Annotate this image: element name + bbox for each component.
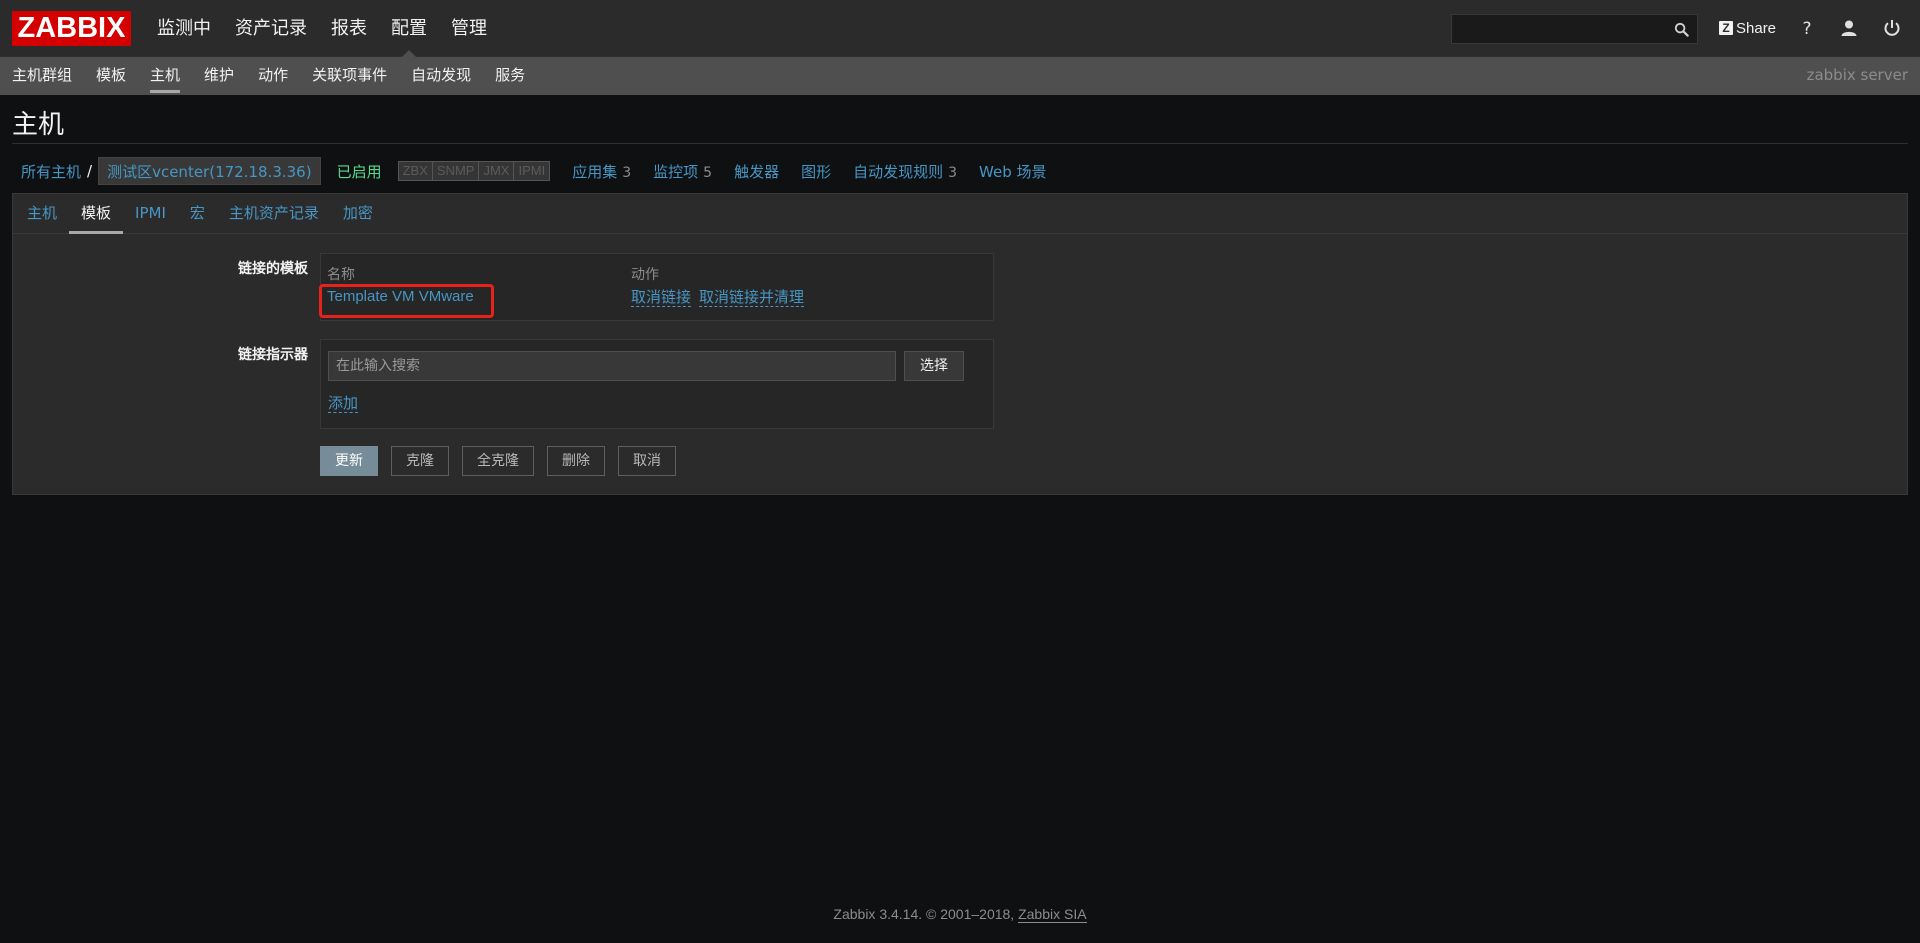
- share-label: Share: [1736, 19, 1777, 37]
- availability-jmx: JMX: [479, 162, 515, 180]
- main-menu: 监测中 资产记录 报表 配置 管理: [145, 0, 499, 57]
- host-nav-discovery-rules: 自动发现规则 3: [853, 161, 957, 182]
- svg-text:?: ?: [1802, 19, 1811, 39]
- main-menu-monitoring[interactable]: 监测中: [145, 0, 223, 57]
- footer-zabbix-sia-link[interactable]: Zabbix SIA: [1018, 906, 1087, 923]
- update-button[interactable]: 更新: [320, 446, 378, 476]
- annotation-highlight-box: [319, 284, 494, 318]
- page-title: 主机: [12, 110, 65, 140]
- tab-host[interactable]: 主机: [15, 194, 69, 233]
- sub-menu-hosts[interactable]: 主机: [138, 57, 192, 95]
- availability-indicators: ZBX SNMP JMX IPMI: [397, 161, 551, 181]
- host-nav-items-link[interactable]: 监控项: [653, 163, 698, 181]
- host-status-enabled[interactable]: 已启用: [337, 161, 382, 182]
- breadcrumb-all-hosts[interactable]: 所有主机: [21, 161, 81, 182]
- cancel-button[interactable]: 取消: [618, 446, 676, 476]
- host-nav-web-scenarios: Web 场景: [979, 161, 1046, 182]
- footer-copyright: Zabbix 3.4.14. © 2001–2018,: [833, 906, 1015, 922]
- host-form-panel: 主机 模板 IPMI 宏 主机资产记录 加密 链接的模板 名称 动作 Templ…: [12, 193, 1908, 495]
- column-header-action: 动作: [631, 267, 659, 283]
- delete-button[interactable]: 删除: [547, 446, 605, 476]
- host-nav-web-scenarios-link[interactable]: Web 场景: [979, 163, 1046, 181]
- linked-templates-label: 链接的模板: [238, 261, 308, 277]
- zabbix-logo[interactable]: ZABBIX: [12, 11, 131, 46]
- host-nav-applications: 应用集 3: [572, 161, 631, 182]
- link-indicator-label: 链接指示器: [238, 347, 308, 363]
- form-buttons: 更新 克隆 全克隆 删除 取消: [320, 446, 689, 476]
- host-navigation: 所有主机 / 测试区vcenter(172.18.3.36) 已启用 ZBX S…: [12, 157, 1047, 185]
- help-icon[interactable]: ?: [1796, 17, 1818, 39]
- select-button[interactable]: 选择: [904, 351, 964, 381]
- sub-menu-maintenance[interactable]: 维护: [192, 57, 246, 95]
- logout-icon[interactable]: [1881, 17, 1903, 39]
- host-nav-discovery-rules-count: 3: [948, 164, 958, 181]
- search-icon[interactable]: [1674, 22, 1689, 37]
- full-clone-button[interactable]: 全克隆: [462, 446, 534, 476]
- tab-host-inventory[interactable]: 主机资产记录: [217, 194, 331, 233]
- unlink-button[interactable]: 取消链接: [631, 288, 692, 307]
- breadcrumb-current-host[interactable]: 测试区vcenter(172.18.3.36): [98, 157, 321, 185]
- template-search-input[interactable]: [328, 351, 896, 381]
- host-nav-items: 监控项 5: [653, 161, 712, 182]
- share-button[interactable]: Z Share: [1719, 18, 1776, 38]
- share-icon: Z: [1719, 21, 1733, 35]
- host-nav-items-count: 5: [703, 164, 713, 181]
- sub-menu-event-correlation[interactable]: 关联项事件: [300, 57, 399, 95]
- sub-navigation: 主机群组 模板 主机 维护 动作 关联项事件 自动发现 服务 zabbix se…: [0, 57, 1920, 95]
- main-menu-reports[interactable]: 报表: [319, 0, 379, 57]
- sub-menu-actions[interactable]: 动作: [246, 57, 300, 95]
- availability-ipmi: IPMI: [518, 163, 546, 178]
- form-tabs: 主机 模板 IPMI 宏 主机资产记录 加密: [13, 194, 1907, 234]
- user-profile-icon[interactable]: [1838, 17, 1860, 39]
- main-menu-inventory[interactable]: 资产记录: [223, 0, 319, 57]
- host-nav-applications-count: 3: [622, 164, 632, 181]
- main-menu-administration[interactable]: 管理: [439, 0, 499, 57]
- unlink-and-clear-button[interactable]: 取消链接并清理: [699, 288, 805, 307]
- host-nav-discovery-rules-link[interactable]: 自动发现规则: [853, 163, 943, 181]
- sub-menu-discovery[interactable]: 自动发现: [399, 57, 483, 95]
- host-nav-graphs: 图形: [801, 161, 831, 182]
- host-nav-triggers-link[interactable]: 触发器: [734, 163, 779, 181]
- host-nav-triggers: 触发器: [734, 161, 779, 182]
- sub-menu-templates[interactable]: 模板: [84, 57, 138, 95]
- sub-menu: 主机群组 模板 主机 维护 动作 关联项事件 自动发现 服务: [0, 57, 537, 95]
- clone-button[interactable]: 克隆: [391, 446, 449, 476]
- sub-menu-services[interactable]: 服务: [483, 57, 537, 95]
- availability-zbx: ZBX: [399, 162, 433, 180]
- main-menu-configuration[interactable]: 配置: [379, 0, 439, 57]
- global-search: [1451, 14, 1698, 44]
- host-nav-graphs-link[interactable]: 图形: [801, 163, 831, 181]
- tab-templates[interactable]: 模板: [69, 194, 124, 234]
- top-header: ZABBIX 监测中 资产记录 报表 配置 管理 Z Share ?: [0, 0, 1920, 57]
- tab-macros[interactable]: 宏: [178, 194, 217, 233]
- availability-snmp: SNMP: [433, 162, 480, 180]
- link-indicator-box: 选择 添加: [320, 339, 994, 429]
- title-divider: [12, 143, 1908, 144]
- footer: Zabbix 3.4.14. © 2001–2018, Zabbix SIA: [0, 906, 1920, 923]
- add-link[interactable]: 添加: [328, 394, 359, 413]
- tab-encryption[interactable]: 加密: [331, 194, 385, 233]
- column-header-name: 名称: [327, 267, 355, 283]
- tab-ipmi[interactable]: IPMI: [123, 194, 178, 233]
- sub-menu-host-groups[interactable]: 主机群组: [0, 57, 84, 95]
- breadcrumb-separator: /: [87, 162, 93, 180]
- host-nav-applications-link[interactable]: 应用集: [572, 163, 617, 181]
- global-search-input[interactable]: [1452, 15, 1662, 43]
- server-name: zabbix server: [1806, 66, 1908, 84]
